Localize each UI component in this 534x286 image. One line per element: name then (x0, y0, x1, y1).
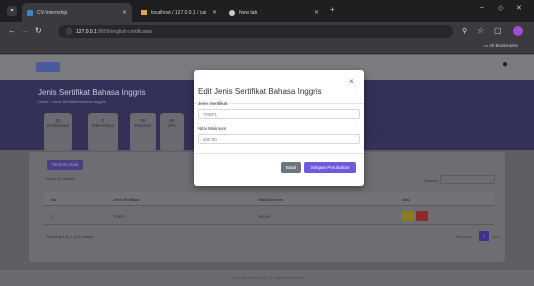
favicon-icon (27, 9, 33, 16)
tab-new-tab[interactable]: New tab ✕ (224, 3, 324, 22)
tab-label: localhost / 127.0.0.1 / cai-intern (151, 9, 206, 16)
th-no[interactable]: No (51, 197, 56, 202)
search-label: Search: (424, 178, 438, 183)
tab-label: New tab (239, 9, 258, 16)
search-input[interactable] (440, 175, 495, 184)
tab-label: CV-Internship (37, 9, 68, 16)
bookmark-star-icon[interactable]: ☆ (477, 26, 484, 35)
tab-cv-internship[interactable]: CV-Internship ✕ (22, 3, 132, 22)
forward-icon[interactable]: → (21, 26, 29, 35)
modal-close-icon[interactable]: × (349, 77, 354, 86)
user-icon[interactable]: ● (502, 59, 508, 70)
table-info: Showing 1 to 1 of 1 entries (46, 234, 94, 239)
tab-phpmyadmin[interactable]: localhost / 127.0.0.1 / cai-intern ✕ (136, 3, 222, 22)
pagination-next[interactable]: Next (492, 234, 500, 239)
nilai-minimum-input[interactable]: 400.00 (198, 134, 360, 144)
edit-modal: Edit Jenis Sertifikat Bahasa Inggris × J… (194, 70, 364, 186)
tab-close-icon[interactable]: ✕ (314, 9, 319, 16)
stat-label: Dashboard (46, 123, 69, 128)
tab-search-button[interactable]: ▾ (7, 6, 17, 16)
th-jenis-sertifikat[interactable]: Jenis Sertifikat (113, 197, 139, 202)
extensions-icon[interactable]: ▢ (494, 26, 502, 35)
stat-card-cpl[interactable]: 56 CPL (160, 113, 184, 151)
modal-title: Edit Jenis Sertifikat Bahasa Inggris (198, 87, 322, 96)
pagination-page-1[interactable]: 1 (479, 231, 489, 241)
back-icon[interactable]: ← (8, 26, 16, 35)
stat-label: CPL (167, 123, 177, 128)
page-title: Jenis Sertifikat Bahasa Inggris (38, 88, 146, 97)
tab-close-icon[interactable]: ✕ (212, 9, 217, 16)
address-bar[interactable]: ⓘ 127.0.0.1:8000/english-certificates (58, 25, 453, 38)
window-close-icon[interactable]: ✕ (516, 4, 522, 12)
stat-card-dashboard[interactable]: 10 Dashboard (44, 113, 72, 151)
browser-tab-bar: ▾ CV-Internship ✕ localhost / 127.0.0.1 … (0, 0, 534, 22)
profile-avatar[interactable] (513, 26, 523, 36)
url-path: :8000/english-certificates (96, 28, 153, 35)
field-jenis-label: Jenis Sertifikat (198, 101, 228, 106)
all-bookmarks[interactable]: ▭ All Bookmarks (484, 43, 518, 49)
phpmyadmin-icon (141, 10, 147, 15)
delete-button[interactable] (416, 211, 428, 221)
bookmarks-bar (0, 40, 534, 54)
new-tab-plus-icon[interactable]: + (330, 5, 335, 14)
field-nilai-label: Nilai Minimum (198, 126, 227, 131)
site-info-icon[interactable]: ⓘ (66, 27, 72, 36)
globe-icon (229, 9, 235, 16)
modal-footer-divider (194, 153, 364, 154)
zoom-icon[interactable]: ⚲ (462, 27, 467, 35)
save-changes-button[interactable]: Simpan Perubahan (304, 162, 356, 173)
add-data-button[interactable]: Tambah Data (47, 160, 83, 170)
cell-nilai: 400.00 (258, 214, 271, 219)
stat-label: Pelamar (134, 123, 152, 128)
stat-card-pelamar[interactable]: 58 Pelamar (130, 113, 156, 151)
show-entries[interactable]: Show 10 entries (46, 176, 75, 181)
cancel-button[interactable]: Batal (281, 162, 301, 173)
jenis-sertifikat-input[interactable]: TOEFL (198, 109, 360, 119)
all-bookmarks-label: All Bookmarks (489, 43, 519, 48)
th-aksi[interactable]: Aksi (402, 197, 410, 202)
minimize-icon[interactable]: – (480, 4, 484, 11)
breadcrumb[interactable]: Home / Jenis Sertifikat Bahasa Inggris (38, 99, 106, 104)
site-logo[interactable] (36, 62, 60, 72)
stat-label-magang: Magang (368, 128, 385, 133)
reload-icon[interactable]: ↻ (35, 26, 42, 35)
pagination-previous[interactable]: Previous (456, 234, 472, 239)
restore-icon[interactable]: ◇ (498, 4, 503, 12)
stat-card-internships[interactable]: 0 Internships (88, 113, 118, 151)
stat-label: Internships (91, 123, 114, 128)
url-host: 127.0.0.1 (76, 28, 97, 35)
tab-close-icon[interactable]: ✕ (122, 9, 127, 16)
page-footer: Copyright Stemba IT. All Rights Reserved (0, 270, 534, 286)
cell-jenis: TOEFL (113, 214, 126, 219)
edit-button[interactable] (402, 211, 414, 221)
cell-no: 1 (51, 214, 54, 219)
folder-icon: ▭ (484, 43, 489, 48)
th-nilai-minimum[interactable]: Nilai Minimum (258, 197, 283, 202)
